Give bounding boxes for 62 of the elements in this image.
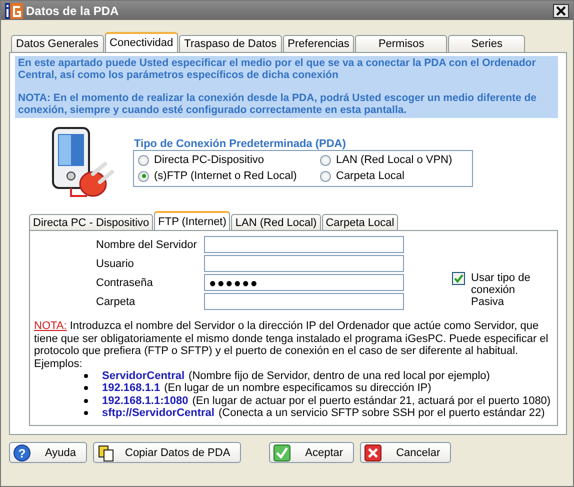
bullet-icon (84, 398, 88, 403)
tab[interactable]: Carpeta Local (322, 214, 398, 230)
group-title: Tipo de Conexión Predeterminada (PDA) (134, 138, 347, 150)
tab[interactable]: Conectividad (104, 32, 178, 52)
app-logo-icon (5, 2, 23, 18)
example-description: (Nombre fijo de Servidor, dentro de una red local por ejemplo) (188, 370, 490, 382)
close-button[interactable] (553, 4, 569, 18)
radio-option[interactable]: Carpeta Local (320, 170, 470, 182)
field-label: Nombre del Servidor (96, 238, 198, 250)
close-icon (556, 6, 566, 16)
radio-label: Carpeta Local (336, 170, 404, 182)
tab[interactable]: Datos Generales (11, 35, 104, 52)
example-value: ServidorCentral (102, 370, 185, 382)
checkbox[interactable] (452, 272, 465, 285)
radio-label: (s)FTP (Internet o Red Local) (154, 170, 297, 182)
help-icon: ? (13, 444, 31, 462)
bullet-icon (84, 374, 88, 378)
radio-button[interactable] (320, 170, 331, 182)
tab[interactable]: Permisos (355, 35, 448, 52)
input-field[interactable]: ●●●●●● (204, 274, 404, 291)
bullet-icon (84, 411, 88, 416)
example-description: (Conecta a un servicio SFTP sobre SSH por el puerto estándar 22) (218, 407, 545, 420)
check-icon (273, 444, 292, 462)
examples-label: Ejemplos: (34, 358, 84, 370)
checkbox-label: Usar tipo de conexión Pasiva (471, 272, 532, 308)
check-icon (453, 273, 464, 284)
tab[interactable]: Directa PC - Dispositivo (29, 214, 154, 230)
dialog-button[interactable]: ? Ayuda (9, 442, 87, 463)
radio-option[interactable]: Directa PC-Dispositivo (138, 154, 320, 166)
tab[interactable]: Preferencias (282, 35, 354, 52)
field-label: Contraseña (96, 276, 154, 288)
field-label: Carpeta (96, 296, 136, 308)
radio-option[interactable]: LAN (Red Local o VPN) (320, 154, 470, 166)
dialog-button[interactable]: Cancelar (360, 442, 452, 463)
input-field[interactable] (204, 293, 404, 310)
radio-button[interactable] (138, 170, 149, 182)
radio-button[interactable] (138, 154, 149, 166)
radio-label: LAN (Red Local o VPN) (336, 154, 452, 166)
info-text: NOTA: En el momento de realizar la conexión desde la PDA, podrá Usted escoger un medio diferente de conexión, siempre y cuando esté configurado correctamente en esta pantalla. (18, 92, 538, 116)
radio-option[interactable]: (s)FTP (Internet o Red Local) (138, 170, 320, 182)
field-label: Usuario (96, 258, 135, 270)
window-title: Datos de la PDA (26, 4, 120, 18)
close-icon (364, 444, 382, 462)
radio-label: Directa PC-Dispositivo (154, 154, 264, 166)
dialog-button[interactable]: Aceptar (269, 442, 354, 463)
dialog-button[interactable]: Copiar Datos de PDA (93, 442, 242, 463)
example-value: sftp://ServidorCentral (102, 407, 214, 420)
tab[interactable]: FTP (Internet) (154, 211, 230, 230)
tab[interactable]: Series (448, 35, 526, 52)
tab[interactable]: LAN (Red Local) (231, 214, 321, 230)
example-value: 192.168.1.1:1080 (102, 394, 188, 407)
bullet-icon (84, 386, 88, 390)
example-description: (En lugar de un nombre especificamos su dirección IP) (164, 382, 432, 394)
input-field[interactable] (204, 255, 404, 272)
note-text: NOTA: Introduzca el nombre del Servidor o la dirección IP del Ordenador que actúe como Servidor, que tiene que ser obligatoriamente el mismo donde tenga instalado el programa iGesPC. Puede especificar el protocolo que prefiera (FTP o SFTP) y el puerto de conexión en el caso de ser diferente al habitual. (34, 320, 550, 358)
example-value: 192.168.1.1 (102, 382, 160, 394)
input-field[interactable] (204, 236, 404, 253)
copy-icon (97, 444, 115, 462)
info-text: En este apartado puede Usted especificar el medio por el que se va a conectar la PDA con el Ordenador Central, así como los parámetros específicos de dicha conexión (18, 57, 537, 81)
radio-button[interactable] (320, 154, 331, 166)
tab[interactable]: Traspaso de Datos (179, 35, 282, 52)
example-description: (En lugar de actuar por el puerto estándar 21, actuará por el puerto 1080) (192, 394, 551, 407)
